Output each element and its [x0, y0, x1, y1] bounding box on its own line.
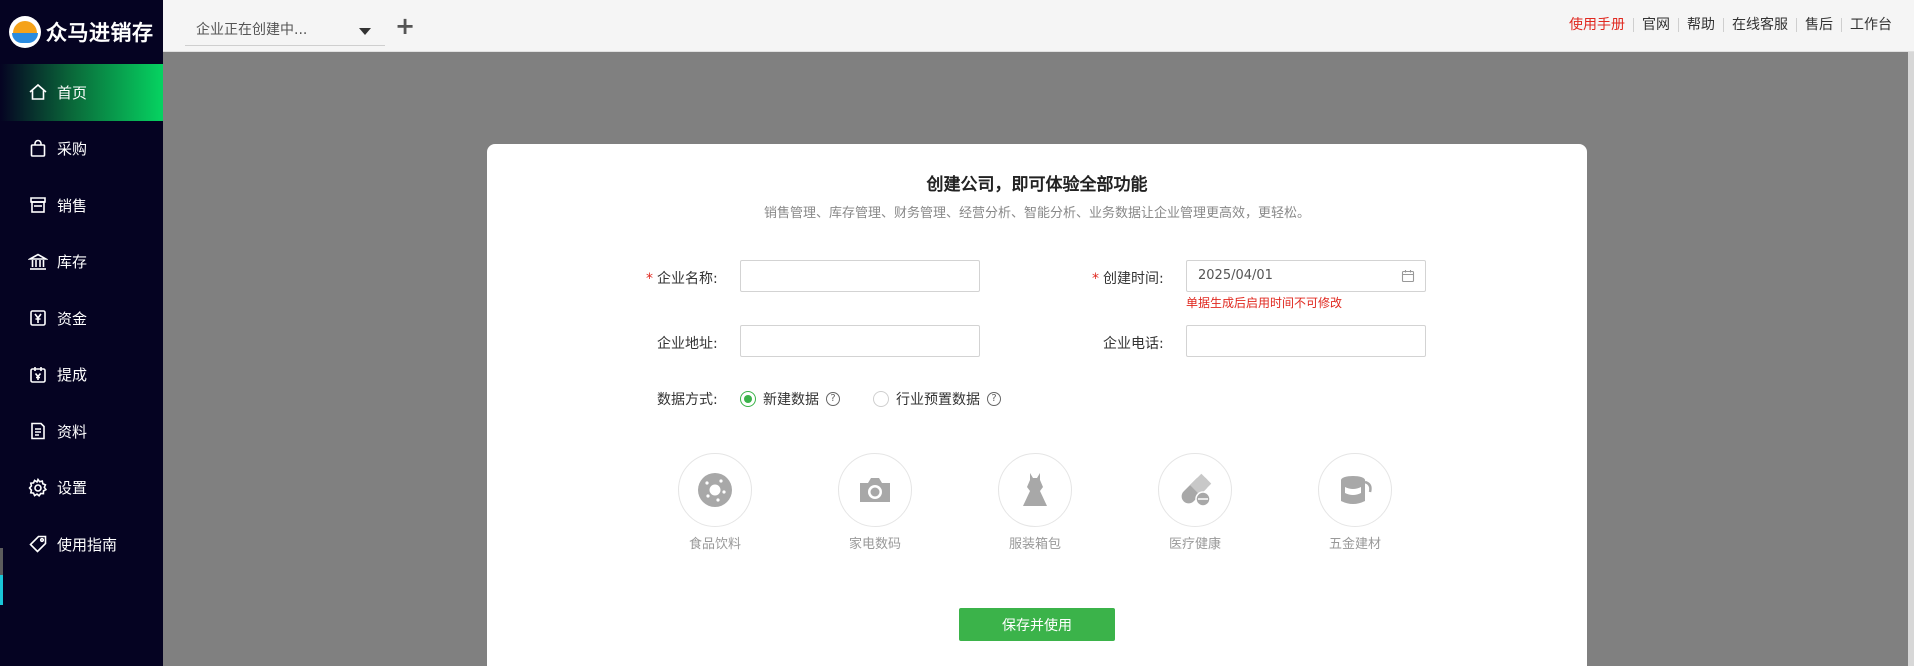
industry-appliance-digital[interactable]: 家电数码: [825, 453, 925, 552]
tag-icon: [29, 535, 47, 553]
store-icon: [30, 197, 46, 214]
top-links: 使用手册 官网 帮助 在线客服 售后 工作台: [1561, 18, 1900, 32]
link-user-manual[interactable]: 使用手册: [1561, 18, 1633, 32]
sidebar-item-data[interactable]: 资料: [0, 403, 163, 460]
sidebar-nav: 首页 采购 销售 库存 资金 提成 资料 设置 使用指南: [0, 64, 163, 573]
calendar-icon[interactable]: [1401, 269, 1415, 283]
dialog-title: 创建公司，即可体验全部功能: [926, 175, 1148, 195]
industry-icon-circle: [1318, 453, 1392, 527]
sidebar-item-label: 销售: [57, 196, 88, 215]
data-mode-label: 数据方式:: [657, 392, 718, 408]
link-workbench[interactable]: 工作台: [1841, 18, 1900, 32]
industry-name: 医疗健康: [1168, 537, 1221, 552]
industry-name: 家电数码: [848, 537, 901, 552]
dialog-subtitle: 销售管理、库存管理、财务管理、经营分析、智能分析、业务数据让企业管理更高效，更轻…: [763, 206, 1310, 221]
address-input[interactable]: [740, 325, 980, 357]
pill-icon: [1181, 473, 1212, 507]
sidebar-item-home[interactable]: 首页: [0, 64, 163, 121]
company-name-label: * 企业名称:: [646, 268, 718, 288]
sidebar-item-label: 库存: [57, 253, 88, 272]
shopping-bag-icon: [30, 139, 46, 157]
company-name-label-text: 企业名称:: [657, 271, 718, 287]
sidebar-item-label: 设置: [57, 479, 88, 498]
industry-name: 食品饮料: [688, 537, 741, 552]
industry-medical-health[interactable]: 医疗健康: [1145, 453, 1245, 552]
create-time-input[interactable]: 2025/04/01: [1186, 260, 1426, 292]
sidebar-item-label: 提成: [57, 366, 88, 385]
sidebar-item-settings[interactable]: 设置: [0, 460, 163, 517]
sidebar-item-label: 采购: [57, 140, 88, 159]
radio-dot: [873, 391, 889, 407]
paint-bucket-icon: [1341, 476, 1372, 504]
company-select-value: 企业正在创建中...: [196, 22, 308, 38]
sidebar: 众马进销存 首页 采购 销售 库存 资金 提成 资料 设置 使用指南: [0, 0, 163, 666]
create-time-label-text: 创建时间:: [1103, 271, 1164, 287]
radio-industry-preset[interactable]: 行业预置数据 ?: [873, 389, 1001, 409]
phone-input[interactable]: [1186, 325, 1426, 357]
required-mark: *: [1092, 271, 1099, 287]
industry-food-beverage[interactable]: 食品饮料: [665, 453, 765, 552]
industry-icon-circle: [998, 453, 1072, 527]
create-company-dialog: 创建公司，即可体验全部功能 销售管理、库存管理、财务管理、经营分析、智能分析、业…: [487, 144, 1587, 666]
brand-name: 众马进销存: [46, 21, 154, 45]
sidebar-item-label: 资料: [57, 422, 88, 441]
side-scroll-accent-active: [0, 575, 3, 605]
home-icon: [29, 84, 47, 101]
sidebar-item-purchase[interactable]: 采购: [0, 121, 163, 178]
page-scrollbar[interactable]: [1908, 52, 1914, 666]
topbar: 企业正在创建中... + 使用手册 官网 帮助 在线客服 售后 工作台: [163, 0, 1914, 52]
address-label: 企业地址:: [657, 336, 718, 352]
sidebar-item-commission[interactable]: 提成: [0, 347, 163, 404]
create-time-label: * 创建时间:: [1092, 268, 1164, 288]
sidebar-item-label: 首页: [57, 83, 88, 102]
add-company-button[interactable]: +: [392, 14, 418, 40]
brand-logo: [9, 16, 41, 48]
document-icon: [31, 422, 45, 440]
save-and-use-button[interactable]: 保存并使用: [959, 608, 1115, 641]
sidebar-item-guide[interactable]: 使用指南: [0, 516, 163, 573]
industry-apparel-bags[interactable]: 服装箱包: [985, 453, 1085, 552]
company-name-input[interactable]: [740, 260, 980, 292]
radio-new-data[interactable]: 新建数据 ?: [740, 389, 840, 409]
radio-new-data-label: 新建数据: [763, 392, 819, 408]
industry-icon-circle: [1158, 453, 1232, 527]
radio-industry-preset-label: 行业预置数据: [896, 392, 980, 408]
link-after-sales[interactable]: 售后: [1796, 18, 1841, 32]
industry-hardware-building[interactable]: 五金建材: [1305, 453, 1405, 552]
dress-icon: [1023, 473, 1047, 506]
link-online-support[interactable]: 在线客服: [1723, 18, 1796, 32]
brand[interactable]: 众马进销存: [0, 0, 163, 64]
sidebar-item-sales[interactable]: 销售: [0, 177, 163, 234]
calendar-yen-icon: [30, 366, 46, 383]
link-official-site[interactable]: 官网: [1633, 18, 1678, 32]
radio-dot: [740, 391, 756, 407]
sidebar-item-funds[interactable]: 资金: [0, 290, 163, 347]
company-select[interactable]: 企业正在创建中...: [185, 16, 385, 46]
chevron-down-icon: [359, 28, 371, 35]
camera-icon: [860, 478, 890, 502]
create-time-hint: 单据生成后启用时间不可修改: [1186, 296, 1343, 310]
create-time-value: 2025/04/01: [1198, 268, 1273, 283]
yen-icon: [30, 310, 46, 327]
phone-label: 企业电话:: [1103, 336, 1164, 352]
help-icon[interactable]: ?: [987, 392, 1001, 406]
sidebar-item-inventory[interactable]: 库存: [0, 234, 163, 291]
bank-icon: [28, 253, 48, 270]
help-icon[interactable]: ?: [826, 392, 840, 406]
sidebar-item-label: 资金: [57, 309, 88, 328]
industry-icon-circle: [678, 453, 752, 527]
sidebar-item-label: 使用指南: [57, 535, 118, 554]
required-mark: *: [646, 271, 653, 287]
industry-icon-circle: [838, 453, 912, 527]
link-help[interactable]: 帮助: [1678, 18, 1723, 32]
gear-icon: [28, 477, 48, 497]
donut-icon: [698, 473, 732, 507]
industry-name: 五金建材: [1328, 537, 1381, 552]
industry-name: 服装箱包: [1008, 537, 1061, 552]
